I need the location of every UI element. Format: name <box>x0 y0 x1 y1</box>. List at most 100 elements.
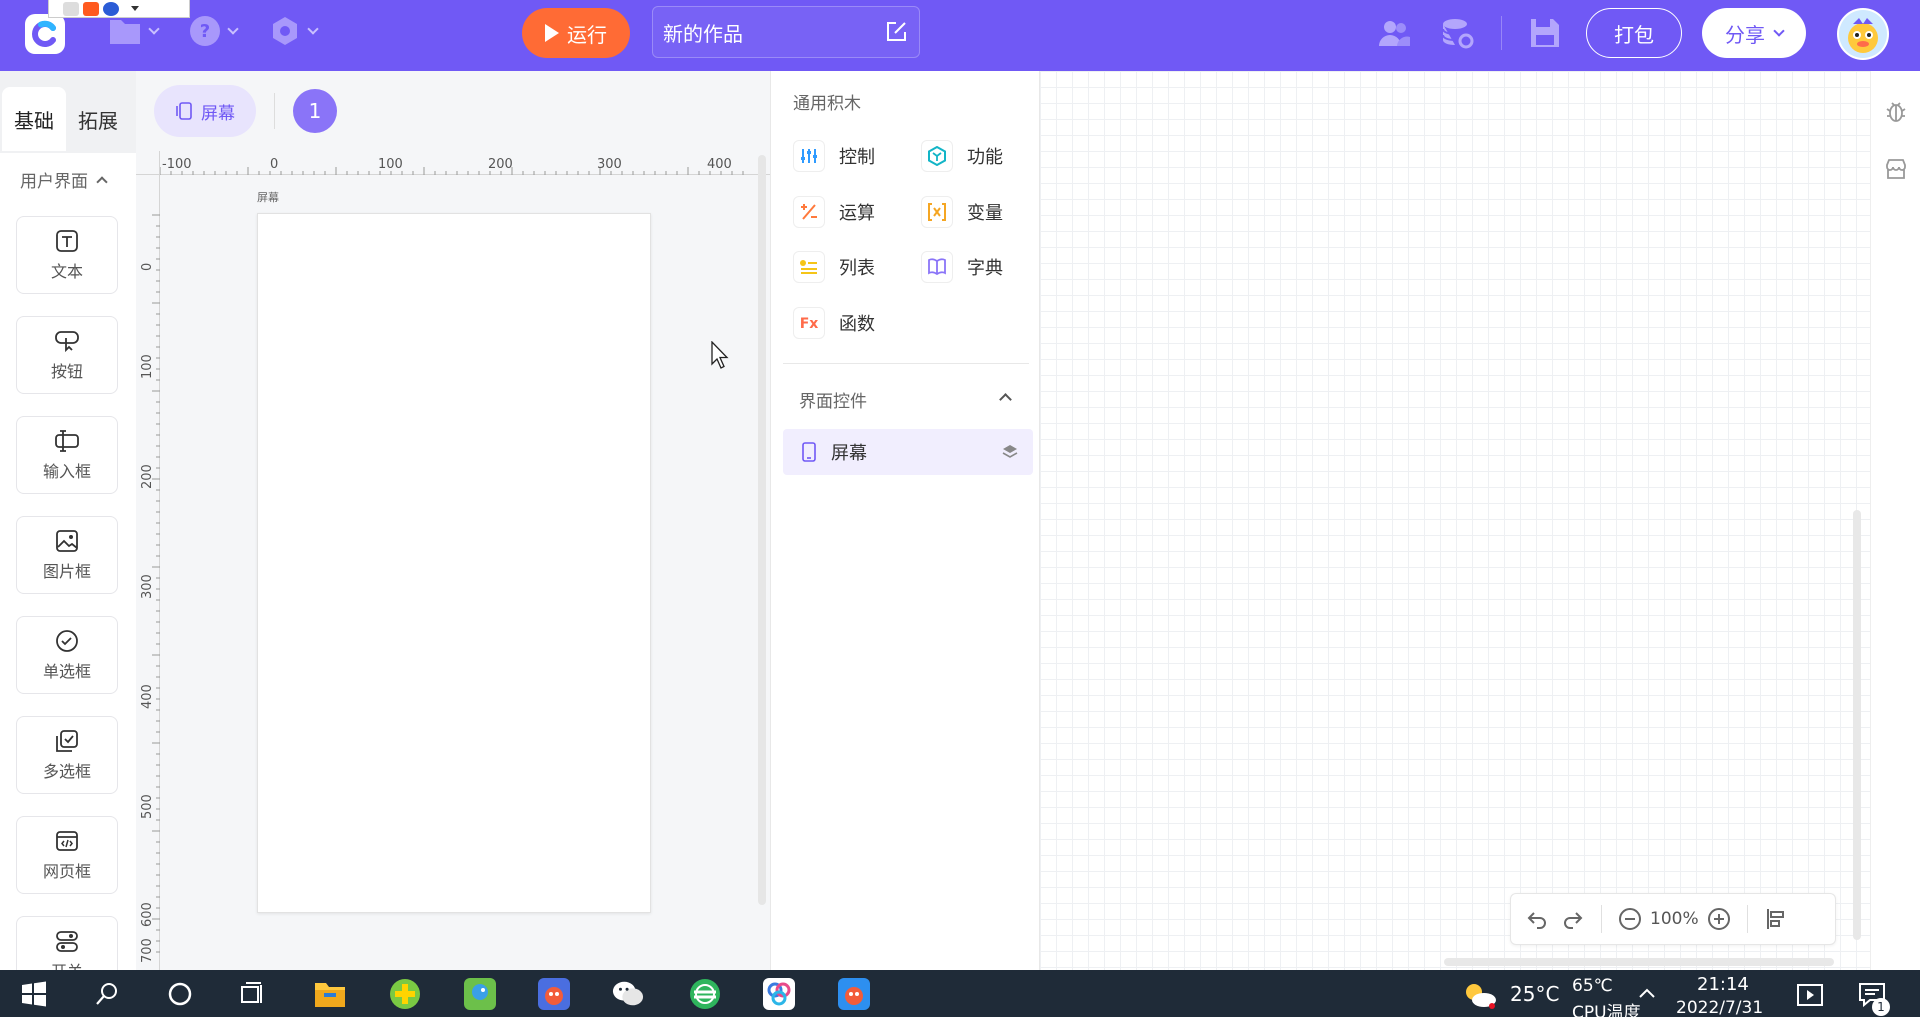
block-fx[interactable]: Fx 函数 <box>793 307 875 339</box>
component-checkbox[interactable]: 多选框 <box>16 716 118 794</box>
app-logo[interactable] <box>25 14 65 54</box>
chevron-up-icon[interactable] <box>1638 986 1656 1000</box>
store-icon[interactable] <box>1884 157 1908 181</box>
component-label: 多选框 <box>42 762 91 781</box>
settings-menu[interactable] <box>269 14 319 48</box>
database-settings-icon[interactable] <box>1440 16 1474 50</box>
folder-icon <box>110 20 140 44</box>
align-button[interactable] <box>1758 901 1794 937</box>
wechat-app[interactable] <box>612 978 644 1010</box>
tab-basic[interactable]: 基础 <box>2 87 66 151</box>
coding-app[interactable] <box>538 978 570 1010</box>
redo-button[interactable] <box>1555 901 1591 937</box>
vertical-ruler: 0 100 200 300 400 500 600 700 <box>136 151 160 970</box>
game-app[interactable] <box>464 978 496 1010</box>
component-button[interactable]: 按钮 <box>16 316 118 394</box>
clock-date[interactable]: 2022/7/31 <box>1676 998 1763 1017</box>
browser-app[interactable] <box>689 978 721 1010</box>
block-variable[interactable]: 变量 <box>921 196 1003 228</box>
dropdown-icon[interactable] <box>131 6 139 11</box>
control-icon <box>793 140 825 172</box>
component-text[interactable]: 文本 <box>16 216 118 294</box>
save-icon[interactable] <box>1528 16 1562 50</box>
start-button[interactable] <box>18 978 50 1010</box>
tab-extension[interactable]: 拓展 <box>66 87 130 151</box>
html5-icon[interactable] <box>83 1 99 16</box>
ruler-label: 300 <box>597 157 622 172</box>
ui-controls-header[interactable]: 界面控件 <box>799 387 867 412</box>
canvas-scrollbar[interactable] <box>758 155 766 905</box>
collaborators-icon[interactable] <box>1377 16 1411 50</box>
function-icon <box>921 140 953 172</box>
block-label: 列表 <box>839 258 875 279</box>
phone-screen[interactable] <box>257 213 651 913</box>
zoom-out-button[interactable] <box>1612 901 1648 937</box>
doc-icon[interactable] <box>63 1 79 16</box>
undo-button[interactable] <box>1519 901 1555 937</box>
drive-app[interactable] <box>763 978 795 1010</box>
run-label: 运行 <box>567 22 607 47</box>
clock-time[interactable]: 21:14 <box>1697 974 1749 995</box>
ui-control-screen[interactable]: 屏幕 <box>783 429 1033 475</box>
chevron-up-icon[interactable] <box>999 393 1012 406</box>
security-app[interactable] <box>389 978 421 1010</box>
component-image[interactable]: 图片框 <box>16 516 118 594</box>
workspace-vertical-scrollbar[interactable] <box>1853 510 1861 940</box>
chevron-down-icon <box>227 23 239 35</box>
file-explorer-app[interactable] <box>314 978 346 1010</box>
blocks-title: 通用积木 <box>793 94 861 114</box>
screen-caption: 屏幕 <box>257 191 279 204</box>
project-name-field[interactable]: 新的作品 <box>652 6 920 58</box>
top-bar: ? 运行 新的作品 打包 分享 <box>0 0 1920 71</box>
edit-icon[interactable] <box>885 19 909 43</box>
component-switch[interactable]: 开关 <box>16 916 118 970</box>
layers-icon[interactable] <box>1001 443 1019 461</box>
share-button[interactable]: 分享 <box>1702 8 1806 58</box>
zoom-in-button[interactable] <box>1701 901 1737 937</box>
ruler-ticks <box>159 167 744 175</box>
component-label: 开关 <box>51 958 83 970</box>
block-function[interactable]: 功能 <box>921 140 1003 172</box>
workspace-horizontal-scrollbar[interactable] <box>1444 958 1834 966</box>
media-play-icon[interactable] <box>1797 984 1823 1006</box>
weather-temperature[interactable]: 25°C <box>1510 982 1559 1006</box>
bug-icon[interactable] <box>1884 99 1908 123</box>
section-label: 用户界面 <box>20 172 88 192</box>
block-operator[interactable]: 运算 <box>793 196 875 228</box>
pack-button[interactable]: 打包 <box>1586 8 1682 58</box>
svg-text:Fx: Fx <box>800 316 819 332</box>
avatar[interactable] <box>1837 8 1889 60</box>
component-sidebar: 用户界面 文本 按钮 输入框 图片框 单选框 多选框 网页框 开关 <box>0 153 136 970</box>
align-left-icon <box>1766 909 1784 929</box>
component-input[interactable]: 输入框 <box>16 416 118 494</box>
undo-icon <box>1527 912 1546 929</box>
ruler-label: 500 <box>140 794 155 819</box>
component-webview[interactable]: 网页框 <box>16 816 118 894</box>
screen-chip-label: 屏幕 <box>201 103 235 124</box>
section-user-interface[interactable]: 用户界面 <box>20 167 108 192</box>
search-button[interactable] <box>91 978 123 1010</box>
component-radio[interactable]: 单选框 <box>16 616 118 694</box>
fx-icon: Fx <box>793 307 825 339</box>
browser-icon <box>690 979 720 1009</box>
webview-icon <box>56 831 78 851</box>
task-view-button[interactable] <box>236 978 268 1010</box>
mascot-app-icon <box>538 978 570 1010</box>
help-menu[interactable]: ? <box>189 14 239 48</box>
run-button[interactable]: 运行 <box>522 8 630 58</box>
screen-count-badge[interactable]: 1 <box>293 89 337 133</box>
block-list[interactable]: 列表 <box>793 251 875 283</box>
weather-icon[interactable] <box>1462 980 1498 1010</box>
cortana-button[interactable] <box>164 978 196 1010</box>
component-label: 图片框 <box>42 562 91 581</box>
zoom-out-icon <box>1619 908 1641 930</box>
zoom-level: 100% <box>1650 909 1699 929</box>
screen-selector[interactable]: 屏幕 <box>154 85 256 137</box>
block-dictionary[interactable]: 字典 <box>921 251 1003 283</box>
wechat-icon <box>612 981 644 1006</box>
block-control[interactable]: 控制 <box>793 140 875 172</box>
file-menu[interactable] <box>108 14 160 48</box>
block-workspace[interactable] <box>1040 71 1870 970</box>
editor-app[interactable] <box>838 978 870 1010</box>
windows-taskbar: 25°C 65℃ CPU温度 21:14 2022/7/31 1 <box>0 970 1920 1017</box>
